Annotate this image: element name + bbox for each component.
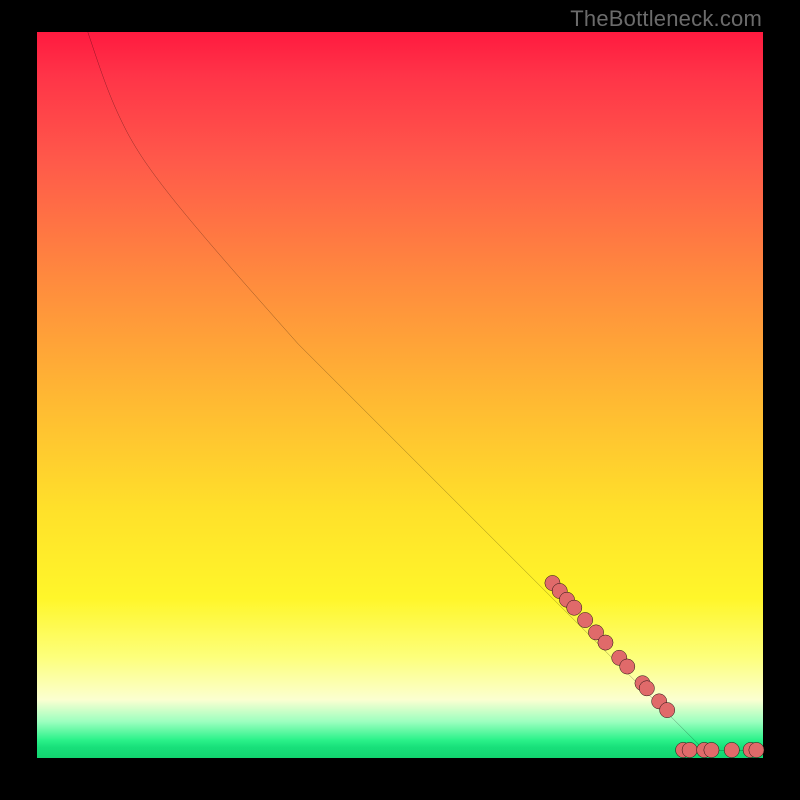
data-marker [620, 659, 635, 674]
plot-area [37, 32, 763, 758]
data-marker [567, 600, 582, 615]
data-marker [682, 742, 697, 757]
data-marker [578, 612, 593, 627]
data-marker [724, 742, 739, 757]
data-marker [639, 681, 654, 696]
data-marker [749, 742, 764, 757]
marker-group [545, 575, 764, 757]
chart-frame: TheBottleneck.com [0, 0, 800, 800]
bottleneck-curve [88, 32, 763, 751]
data-marker [660, 702, 675, 717]
watermark-text: TheBottleneck.com [570, 6, 762, 32]
data-marker [704, 742, 719, 757]
data-marker [598, 635, 613, 650]
chart-svg [37, 32, 763, 758]
